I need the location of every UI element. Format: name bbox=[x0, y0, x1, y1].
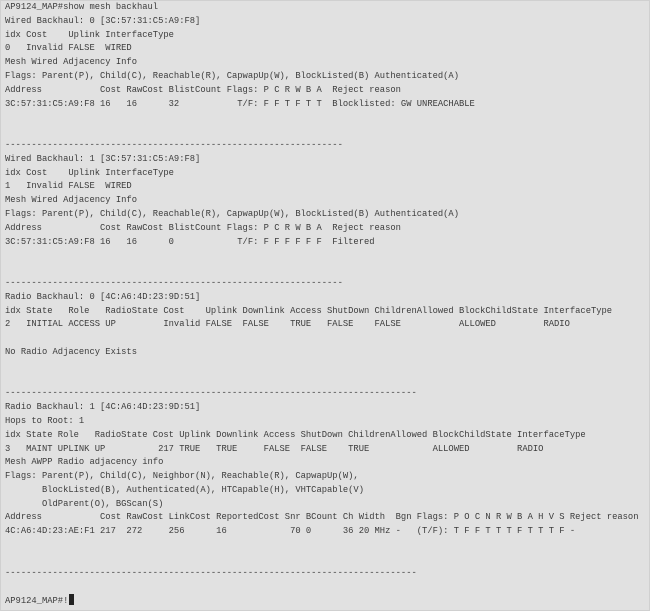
prompt-text: AP9124_MAP#! bbox=[5, 596, 69, 607]
output-line: Address Cost RawCost BlistCount Flags: P… bbox=[5, 84, 401, 95]
output-line: BlockListed(B), Authenticated(A), HTCapa… bbox=[5, 484, 364, 495]
output-line: Radio Backhaul: 0 [4C:A6:4D:23:9D:51] bbox=[5, 291, 201, 302]
separator-line: ----------------------------------------… bbox=[5, 567, 417, 578]
output-line: 3C:57:31:C5:A9:F8 16 16 32 T/F: F F T F … bbox=[5, 98, 475, 109]
output-line: Wired Backhaul: 1 [3C:57:31:C5:A9:F8] bbox=[5, 153, 201, 164]
output-line: idx Cost Uplink InterfaceType bbox=[5, 29, 174, 40]
output-line: Address Cost RawCost LinkCost ReportedCo… bbox=[5, 512, 639, 523]
output-line: Hops to Root: 1 bbox=[5, 415, 85, 426]
output-line: 4C:A6:4D:23:AE:F1 217 272 256 16 70 0 36… bbox=[5, 526, 576, 537]
output-line: 3C:57:31:C5:A9:F8 16 16 0 T/F: F F F F F… bbox=[5, 236, 375, 247]
output-line: AP9124_MAP#show mesh backhaul bbox=[5, 2, 159, 12]
output-line: idx State Role RadioState Cost Uplink Do… bbox=[5, 429, 586, 440]
output-line: No Radio Adjacency Exists bbox=[5, 346, 137, 357]
output-line: Address Cost RawCost BlistCount Flags: P… bbox=[5, 222, 401, 233]
command-prompt[interactable]: AP9124_MAP#! bbox=[5, 594, 638, 608]
terminal-window[interactable]: AP9124_MAP#show mesh backhaul Wired Backh… bbox=[0, 0, 650, 611]
output-line: idx State Role RadioState Cost Uplink Do… bbox=[5, 305, 613, 316]
output-line: Wired Backhaul: 0 [3C:57:31:C5:A9:F8] bbox=[5, 15, 201, 26]
cursor-icon bbox=[69, 594, 75, 606]
output-line: idx Cost Uplink InterfaceType bbox=[5, 167, 174, 178]
output-line: Mesh Wired Adjacency Info bbox=[5, 195, 137, 206]
terminal-output: AP9124_MAP#show mesh backhaul Wired Backh… bbox=[5, 1, 638, 608]
separator-line: ----------------------------------------… bbox=[5, 388, 417, 399]
output-line: Flags: Parent(P), Child(C), Reachable(R)… bbox=[5, 70, 459, 81]
output-line: Mesh Wired Adjacency Info bbox=[5, 57, 137, 68]
output-line: 1 Invalid FALSE WIRED bbox=[5, 181, 132, 192]
output-line: Mesh AWPP Radio adjacency info bbox=[5, 457, 164, 468]
output-line: 3 MAINT UPLINK UP 217 TRUE TRUE FALSE FA… bbox=[5, 443, 544, 454]
separator-line: ----------------------------------------… bbox=[5, 139, 343, 150]
output-line: 2 INITIAL ACCESS UP Invalid FALSE FALSE … bbox=[5, 319, 570, 330]
separator-line: ----------------------------------------… bbox=[5, 277, 343, 288]
output-line: 0 Invalid FALSE WIRED bbox=[5, 43, 132, 54]
output-line: Radio Backhaul: 1 [4C:A6:4D:23:9D:51] bbox=[5, 402, 201, 413]
output-line: OldParent(O), BGScan(S) bbox=[5, 498, 164, 509]
output-line: Flags: Parent(P), Child(C), Neighbor(N),… bbox=[5, 471, 359, 482]
output-line: Flags: Parent(P), Child(C), Reachable(R)… bbox=[5, 208, 459, 219]
